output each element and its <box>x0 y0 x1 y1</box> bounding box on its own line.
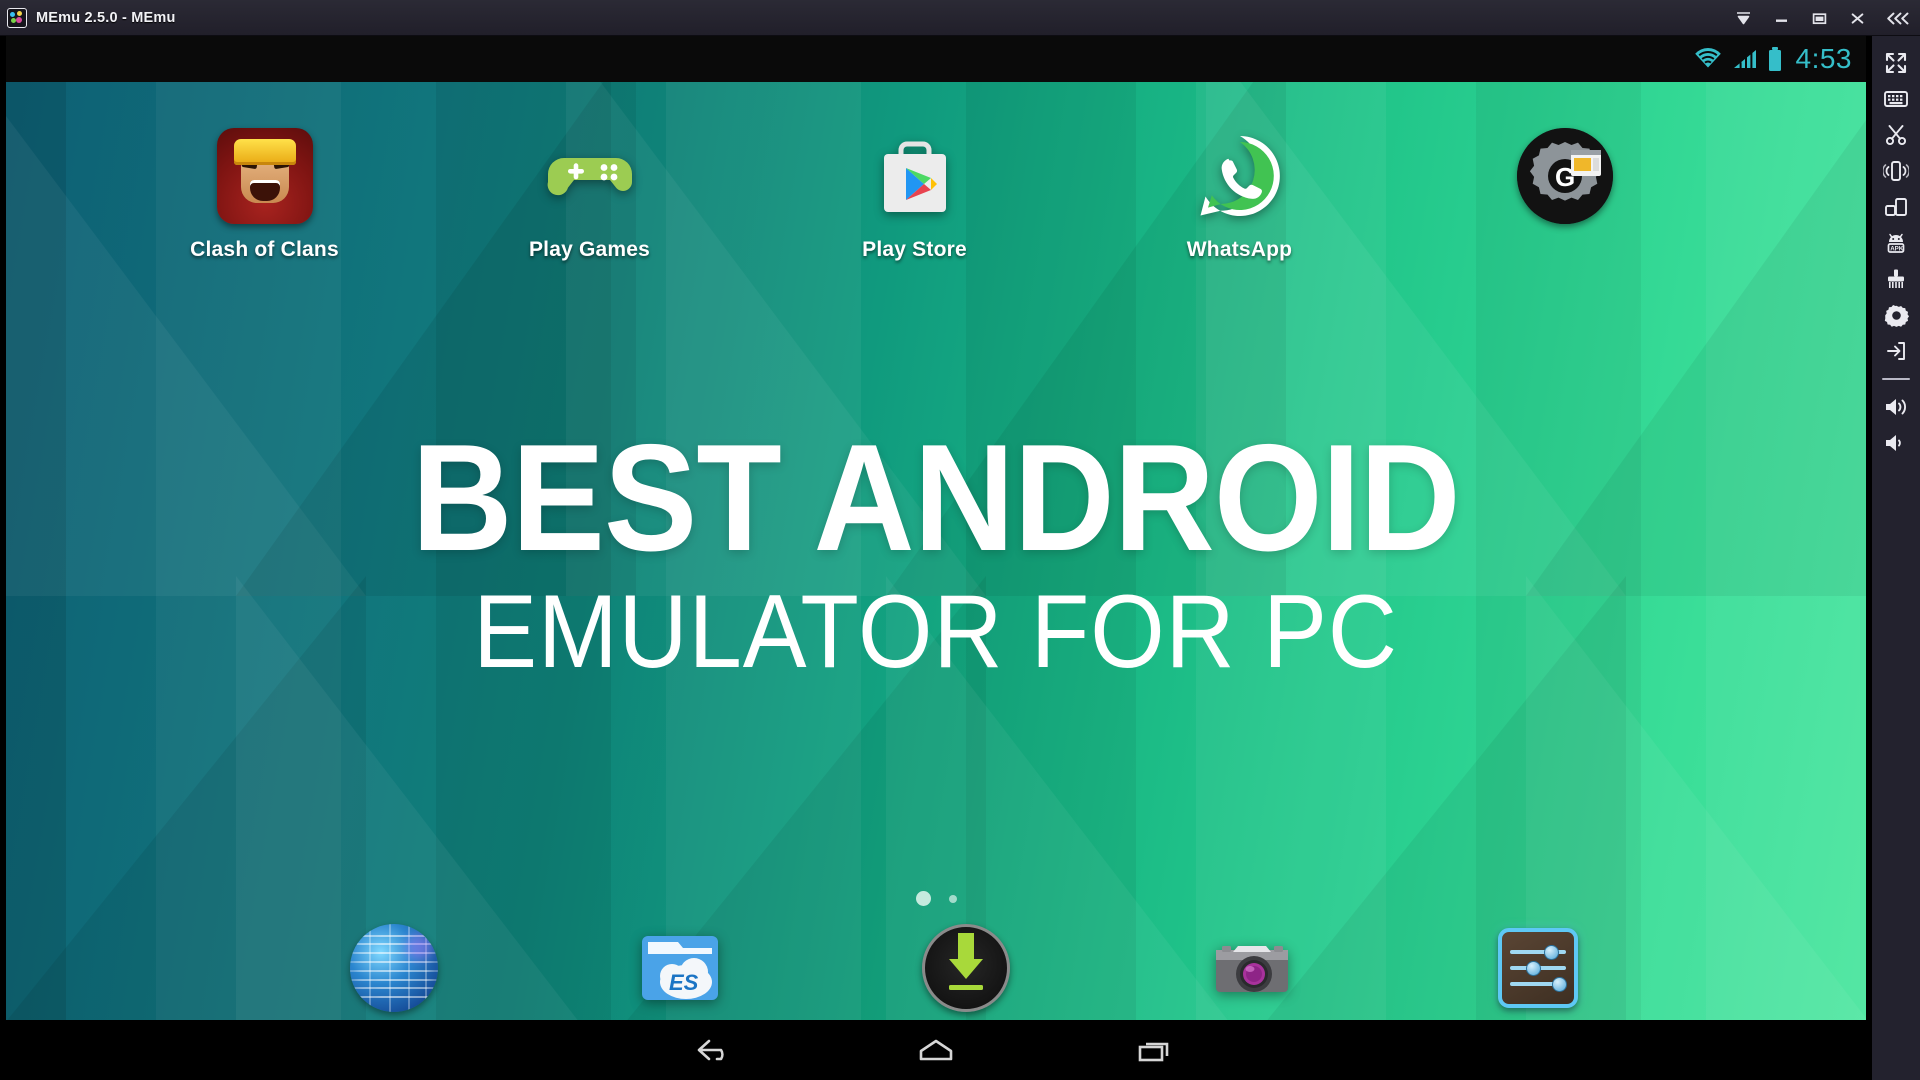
whatsapp-icon <box>1192 128 1288 224</box>
volume-down-button[interactable] <box>1874 426 1918 460</box>
memu-logo-icon <box>7 7 27 28</box>
dock-settings[interactable] <box>1395 924 1681 1012</box>
home-page-indicator <box>6 891 1866 906</box>
settings-button[interactable] <box>1874 298 1918 332</box>
window-controls <box>1724 0 1920 36</box>
app-label: Play Games <box>528 238 651 261</box>
volume-up-button[interactable] <box>1874 390 1918 424</box>
clean-memory-button[interactable] <box>1874 262 1918 296</box>
memu-window: MEmu 2.5.0 - MEmu 4:53 Clash of Clans Pl… <box>0 0 1920 1080</box>
home-dock: ES <box>6 924 1866 1012</box>
google-settings-gear-icon: G <box>1516 128 1613 224</box>
window-title: MEmu 2.5.0 - MEmu <box>36 9 176 26</box>
memu-side-toolbar: APK <box>1872 36 1920 1080</box>
play-store-icon <box>867 128 963 224</box>
globe-browser-icon <box>350 924 438 1012</box>
app-play-store[interactable]: Play Store <box>752 128 1077 262</box>
es-file-explorer-icon: ES <box>636 924 724 1012</box>
close-button[interactable] <box>1838 0 1876 36</box>
play-games-icon <box>542 128 638 224</box>
svg-text:ES: ES <box>669 970 699 995</box>
camera-icon <box>1208 924 1296 1012</box>
status-clock: 4:53 <box>1795 43 1852 74</box>
clash-of-clans-icon <box>216 128 313 224</box>
page-dot-active[interactable] <box>915 891 931 906</box>
app-whatsapp[interactable]: WhatsApp <box>1077 128 1402 262</box>
app-clash-of-clans[interactable]: Clash of Clans <box>102 128 427 262</box>
wifi-icon <box>1693 47 1723 71</box>
svg-text:APK: APK <box>1890 245 1904 252</box>
battery-icon <box>1767 46 1783 72</box>
page-dot-idle[interactable] <box>948 894 957 903</box>
collapse-sidebar-button[interactable] <box>1876 0 1920 36</box>
multi-window-button[interactable] <box>1874 190 1918 224</box>
maximize-button[interactable] <box>1800 0 1838 36</box>
exit-button[interactable] <box>1874 334 1918 368</box>
app-play-games[interactable]: Play Games <box>427 128 752 262</box>
cellular-signal-icon <box>1732 47 1758 71</box>
shake-button[interactable] <box>1874 154 1918 188</box>
fullscreen-button[interactable] <box>1874 46 1918 80</box>
nav-back-button[interactable] <box>695 1035 737 1065</box>
minimize-button[interactable] <box>1762 0 1800 36</box>
android-screen: 4:53 Clash of Clans Play Games Play Stor… <box>6 36 1866 1080</box>
screenshot-button[interactable] <box>1874 118 1918 152</box>
app-label: Play Store <box>862 238 967 261</box>
nav-recents-button[interactable] <box>1135 1035 1177 1065</box>
install-apk-button[interactable]: APK <box>1874 226 1918 260</box>
keyboard-button[interactable] <box>1874 82 1918 116</box>
toolbar-divider <box>1882 378 1910 380</box>
android-nav-bar <box>0 1020 1872 1080</box>
title-bar: MEmu 2.5.0 - MEmu <box>0 0 1920 36</box>
download-arrow-icon <box>922 924 1010 1012</box>
android-device-viewport: 4:53 Clash of Clans Play Games Play Stor… <box>0 36 1872 1080</box>
app-label: Clash of Clans <box>190 238 339 261</box>
dock-es-explorer[interactable]: ES <box>537 924 823 1012</box>
nav-home-button[interactable] <box>915 1035 957 1065</box>
collapse-down-button[interactable] <box>1724 0 1762 36</box>
home-app-grid: Clash of Clans Play Games Play Store Wha… <box>6 128 1866 262</box>
dock-browser[interactable] <box>251 924 537 1012</box>
android-status-bar: 4:53 <box>6 36 1866 82</box>
dock-camera[interactable] <box>1109 924 1395 1012</box>
dock-downloads[interactable] <box>823 924 1109 1012</box>
app-label: WhatsApp <box>1186 238 1293 261</box>
app-google-settings[interactable]: G <box>1402 128 1727 262</box>
settings-sliders-icon <box>1494 924 1582 1012</box>
